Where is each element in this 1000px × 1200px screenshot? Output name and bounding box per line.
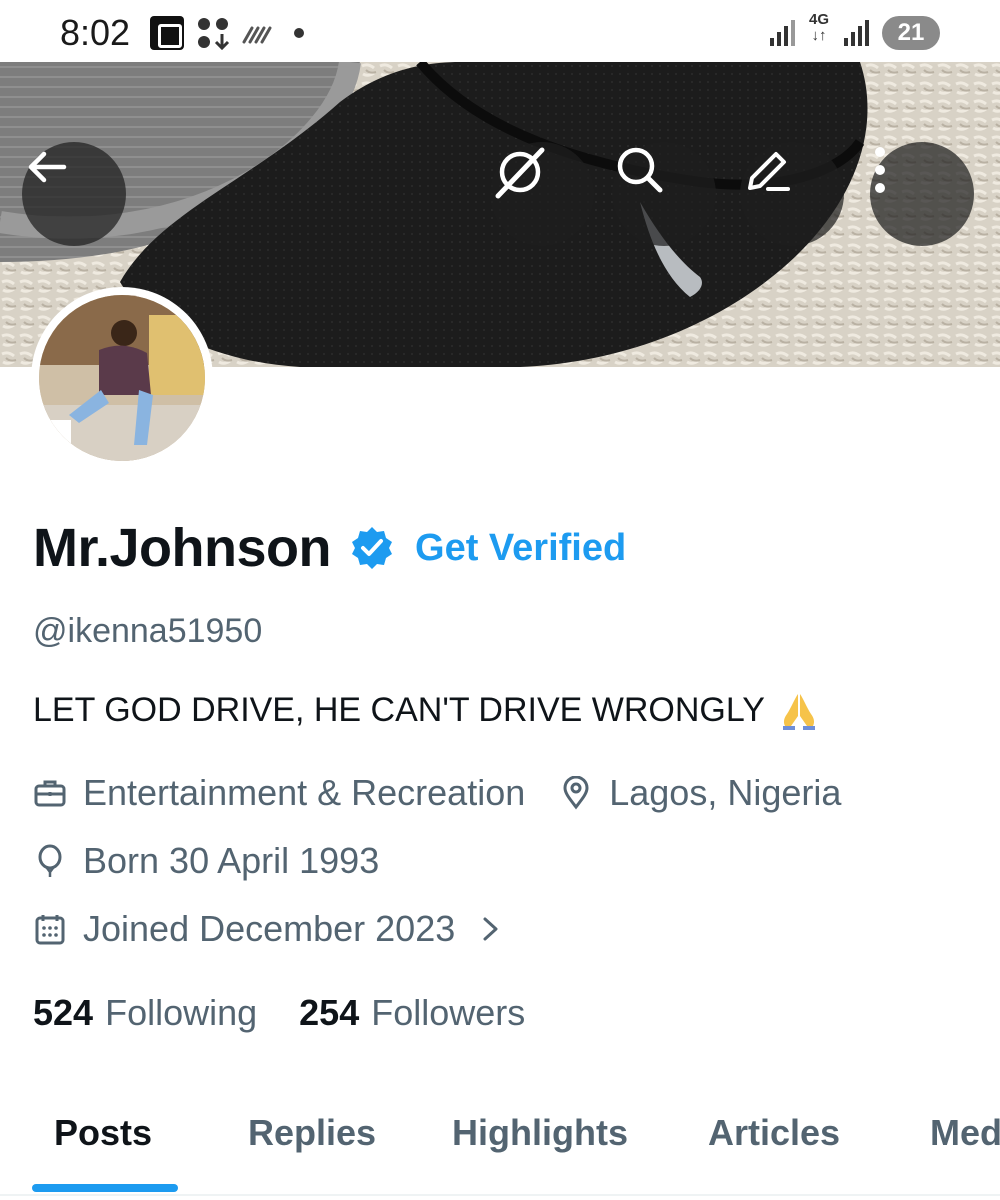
profile-tabs: Posts Replies Highlights Articles Media bbox=[0, 1094, 1000, 1200]
bio-text: LET GOD DRIVE, HE CAN'T DRIVE WRONGLY bbox=[33, 690, 765, 729]
verified-badge-icon[interactable] bbox=[349, 525, 395, 571]
wifi-off-icon bbox=[242, 26, 272, 44]
data-arrows-icon: ↓↑ bbox=[811, 27, 827, 44]
category-label: Entertainment & Recreation bbox=[83, 772, 526, 813]
chevron-right-icon bbox=[483, 917, 498, 941]
location-label: Lagos, Nigeria bbox=[609, 772, 842, 813]
profile-bio: LET GOD DRIVE, HE CAN'T DRIVE WRONGLY bbox=[33, 690, 819, 730]
tab-highlights[interactable]: Highlights bbox=[452, 1112, 628, 1154]
active-tab-indicator bbox=[32, 1184, 178, 1192]
back-button[interactable] bbox=[22, 142, 126, 246]
display-name: Mr.Johnson bbox=[33, 518, 332, 578]
arrow-left-icon bbox=[28, 151, 67, 183]
tab-posts[interactable]: Posts bbox=[54, 1112, 152, 1154]
profile-name-row: Mr.Johnson Get Verified bbox=[33, 516, 626, 580]
get-verified-link[interactable]: Get Verified bbox=[415, 527, 626, 570]
notification-dot-icon bbox=[294, 28, 304, 38]
more-options-button[interactable] bbox=[870, 142, 974, 246]
profile-category: Entertainment & Recreation bbox=[33, 772, 525, 814]
edit-button[interactable] bbox=[740, 142, 844, 246]
tab-media[interactable]: Media bbox=[930, 1112, 1000, 1154]
followers-label[interactable]: Followers bbox=[371, 992, 525, 1034]
signal-icon bbox=[770, 20, 795, 46]
follow-stats: 524 Following 254 Followers bbox=[33, 992, 525, 1034]
profile-joined[interactable]: Joined December 2023 bbox=[33, 908, 503, 950]
avatar-image bbox=[39, 295, 205, 461]
tabs-divider bbox=[0, 1194, 1000, 1196]
grok-button[interactable] bbox=[490, 142, 594, 246]
following-label[interactable]: Following bbox=[105, 992, 257, 1034]
pencil-icon bbox=[748, 152, 790, 191]
following-count[interactable]: 524 bbox=[33, 992, 93, 1034]
profile-handle: @ikenna51950 bbox=[33, 612, 263, 650]
profile-birthday: Born 30 April 1993 bbox=[33, 840, 379, 882]
status-time: 8:02 bbox=[60, 12, 131, 53]
grok-icon bbox=[495, 147, 545, 199]
joined-label: Joined December 2023 bbox=[83, 908, 456, 949]
profile-meta-row-1: Entertainment & Recreation Lagos, Nigeri… bbox=[33, 772, 841, 814]
network-type-label: 4G bbox=[808, 11, 829, 28]
search-icon bbox=[617, 147, 663, 193]
status-bar: 8:02 4G ↓↑ 21 bbox=[0, 0, 1000, 62]
more-vertical-icon bbox=[875, 147, 885, 193]
network-type-icon: 4G ↓↑ bbox=[806, 12, 832, 52]
profile-location: Lagos, Nigeria bbox=[559, 772, 841, 814]
tab-replies[interactable]: Replies bbox=[248, 1112, 376, 1154]
followers-count[interactable]: 254 bbox=[299, 992, 359, 1034]
birthday-label: Born 30 April 1993 bbox=[83, 840, 380, 881]
briefcase-icon bbox=[34, 780, 66, 807]
battery-indicator: 21 bbox=[882, 16, 940, 50]
app-grid-icon bbox=[198, 18, 230, 50]
tab-articles[interactable]: Articles bbox=[708, 1112, 840, 1154]
balloon-icon bbox=[38, 844, 62, 877]
app-notification-icon bbox=[150, 16, 184, 50]
search-button[interactable] bbox=[612, 142, 716, 246]
calendar-icon bbox=[35, 915, 65, 945]
location-pin-icon bbox=[563, 776, 589, 810]
profile-avatar[interactable] bbox=[31, 287, 213, 469]
folded-hands-emoji bbox=[782, 694, 815, 730]
signal-icon-2 bbox=[844, 20, 869, 46]
